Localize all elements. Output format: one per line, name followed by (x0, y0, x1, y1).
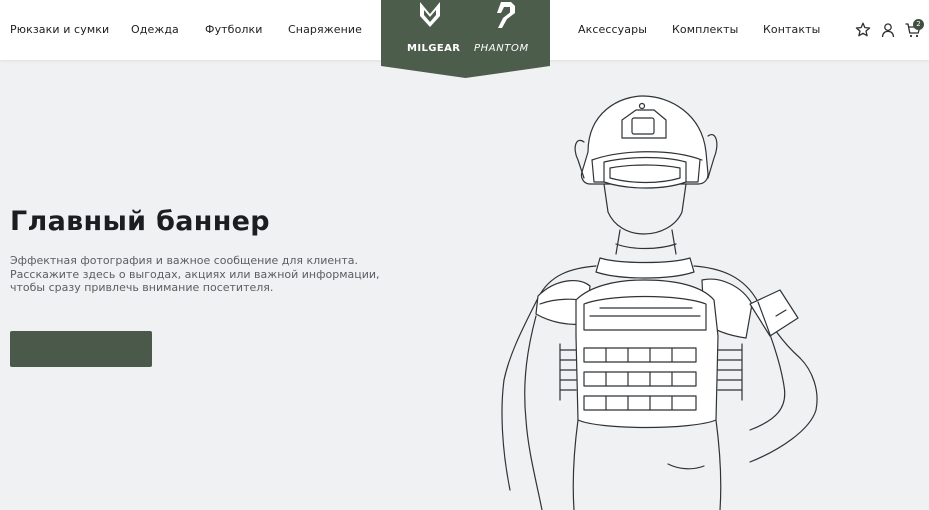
nav-link-clothing[interactable]: Одежда (131, 22, 179, 38)
logo-text-milgear: MILGEAR (407, 43, 461, 54)
logo-plate-shape (381, 0, 550, 78)
hero-text-line: Эффектная фотография и важное сообщение … (10, 254, 358, 267)
nav-link-kits[interactable]: Комплекты (672, 22, 738, 38)
hero-text-line: Расскажите здесь о выгодах, акциях или в… (10, 267, 380, 281)
brand-logo[interactable]: MILGEAR PHANTOM (381, 0, 550, 80)
phantom-logo-icon (497, 2, 515, 28)
hero-description: Эффектная фотография и важное сообщение … (10, 254, 380, 295)
hero-cta-button[interactable] (10, 331, 152, 367)
nav-link-contacts[interactable]: Контакты (763, 22, 820, 38)
soldier-illustration (501, 95, 818, 510)
nav-link-accessories[interactable]: Аксессуары (578, 22, 647, 38)
star-icon[interactable] (854, 21, 872, 39)
nav-link-backpacks[interactable]: Рюкзаки и сумки (10, 22, 109, 38)
nav-link-equipment[interactable]: Снаряжение (288, 22, 362, 38)
hero-text-line: чтобы сразу привлечь внимание посетителя… (10, 281, 274, 294)
cart-count-badge: 2 (913, 19, 924, 30)
milgear-logo-icon (420, 2, 440, 27)
nav-link-tshirts[interactable]: Футболки (205, 22, 263, 38)
user-icon[interactable] (879, 21, 897, 39)
hero-title: Главный баннер (10, 206, 270, 237)
logo-text-phantom: PHANTOM (474, 43, 529, 54)
